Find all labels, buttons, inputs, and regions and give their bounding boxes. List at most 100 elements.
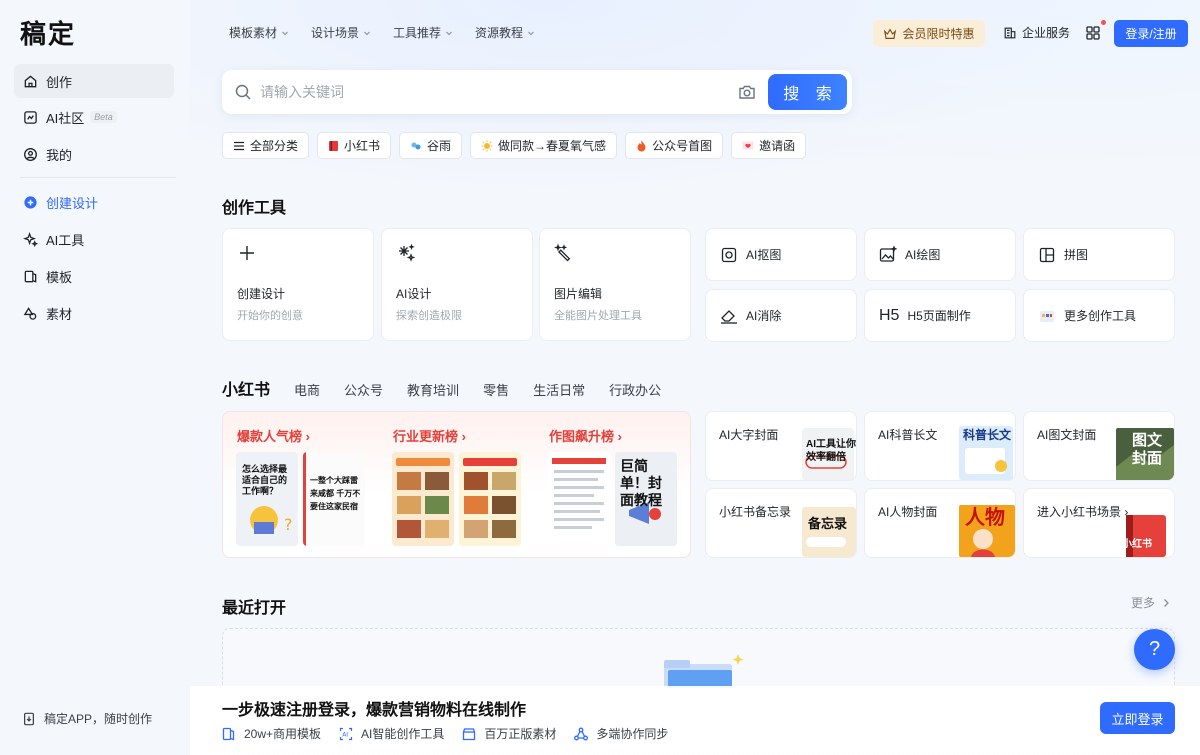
login-register-button[interactable]: 登录/注册 — [1114, 20, 1188, 47]
vip-label: 会员限时特惠 — [902, 27, 975, 41]
card-art-text: 人物 — [965, 507, 1005, 529]
tool-create-design[interactable]: 创建设计 开始你的创意 — [222, 228, 374, 341]
template-thumbnail[interactable] — [392, 452, 454, 546]
rain-icon — [410, 140, 422, 152]
download-app-link[interactable]: 稿定APP，随时创作 — [22, 710, 152, 727]
sparkle-icon — [22, 231, 38, 247]
xhs-card-enter-scene[interactable]: 进入小红书场景 › 小红书 — [1023, 488, 1175, 558]
empty-folder-illustration — [664, 654, 744, 688]
template-icon — [22, 268, 38, 284]
enterprise-service-link[interactable]: 企业服务 — [1003, 24, 1070, 41]
notification-dot — [1101, 20, 1106, 25]
card-art-text: 小红书 — [1122, 539, 1152, 550]
sidebar-item-create[interactable]: 创作 — [14, 64, 174, 98]
tool-subtitle: 探索创造极限 — [396, 310, 462, 322]
ai-community-icon — [22, 109, 38, 125]
card-label: AI大字封面 — [719, 428, 779, 442]
sidebar-item-materials[interactable]: 素材 — [14, 296, 174, 330]
xhs-card-ai-big-text[interactable]: AI大字封面 AI工具让你效率翻倍 — [705, 411, 857, 481]
nav-label: 模板素材 — [229, 26, 278, 40]
login-now-button[interactable]: 立即登录 — [1100, 702, 1175, 734]
template-thumbnail[interactable]: ? 怎么选择最适合自己的工作啊？ — [236, 452, 298, 546]
template-thumbnail[interactable]: 一整个大踩雷来咸都 千万不要住这家民宿 — [303, 452, 365, 546]
camera-icon[interactable] — [738, 83, 756, 101]
store-icon — [463, 727, 476, 740]
nav-resource-tutorials[interactable]: 资源教程 — [475, 24, 535, 41]
tab-office[interactable]: 行政办公 — [609, 380, 661, 399]
chip-label: 邀请函 — [759, 139, 796, 153]
tab-official-account[interactable]: 公众号 — [344, 380, 383, 399]
magic-wand-icon — [554, 243, 571, 262]
apps-grid-icon[interactable] — [1086, 26, 1100, 40]
chip-spring-summer[interactable]: 做同款→春夏氧气感 — [470, 132, 618, 159]
xhs-card-ai-portrait[interactable]: AI人物封面 人物 — [864, 488, 1016, 558]
tool-ai-drawing[interactable]: AI绘图 — [864, 228, 1016, 281]
tool-collage[interactable]: 拼图 — [1023, 228, 1175, 281]
chevron-down-icon — [282, 31, 288, 35]
tool-more-tools[interactable]: 更多创作工具 — [1023, 289, 1175, 342]
xhs-card-ai-science[interactable]: AI科普长文 科普长文 — [864, 411, 1016, 481]
download-icon — [24, 712, 34, 725]
template-thumbnail[interactable] — [548, 452, 610, 546]
tab-daily-life[interactable]: 生活日常 — [533, 380, 585, 399]
sidebar-item-mine[interactable]: 我的 — [14, 137, 174, 171]
recent-more-link[interactable]: 更多 — [1131, 594, 1171, 611]
brand-logo[interactable]: 稿定 — [20, 14, 76, 51]
svg-text:AI: AI — [342, 731, 348, 738]
vip-promo-button[interactable]: 会员限时特惠 — [873, 20, 985, 47]
tab-xiaohongshu[interactable]: 小红书 — [222, 376, 270, 400]
chip-guyu[interactable]: 谷雨 — [399, 132, 463, 159]
toolbox-icon — [1038, 307, 1056, 325]
xhs-card-memo[interactable]: 小红书备忘录 备忘录 — [705, 488, 857, 558]
search-bar: 搜 索 — [222, 70, 852, 114]
xhs-card-ai-graphic-cover[interactable]: AI图文封面 图文封面 — [1023, 411, 1175, 481]
tool-title: 图片编辑 — [554, 287, 603, 301]
sidebar-item-create-design[interactable]: 创建设计 — [14, 185, 174, 219]
more-label: 更多 — [1131, 596, 1156, 610]
search-button[interactable]: 搜 索 — [768, 74, 847, 110]
chip-all-categories[interactable]: 全部分类 — [222, 132, 310, 159]
feature-label: 20w+商用模板 — [244, 727, 322, 741]
register-title: 一步极速注册登录，爆款营销物料在线制作 — [222, 702, 527, 719]
sidebar-divider — [20, 177, 176, 178]
tab-ecommerce[interactable]: 电商 — [294, 380, 320, 399]
tool-image-edit[interactable]: 图片编辑 全能图片处理工具 — [539, 228, 691, 341]
chip-invitation[interactable]: 邀请函 — [731, 132, 807, 159]
tool-ai-design[interactable]: AI设计 探索创造极限 — [381, 228, 533, 341]
tab-education[interactable]: 教育培训 — [407, 380, 459, 399]
nav-design-scenes[interactable]: 设计场景 — [311, 24, 371, 41]
tool-h5-page[interactable]: H5 H5页面制作 — [864, 289, 1016, 342]
help-button[interactable]: ? — [1134, 629, 1175, 670]
create-tools-title: 创作工具 — [222, 200, 287, 217]
sidebar-item-ai-community[interactable]: AI社区 Beta — [14, 100, 174, 134]
tab-retail[interactable]: 零售 — [483, 380, 509, 399]
tool-ai-cutout[interactable]: AI抠图 — [705, 228, 857, 281]
chip-label: 谷雨 — [427, 139, 452, 153]
feature-label: 百万正版素材 — [484, 727, 557, 741]
category-chips: 全部分类 小红书 谷雨 做同款→春夏氧气感 公众号首图 邀请函 — [222, 132, 807, 159]
rank-industry[interactable]: 行业更新榜 › — [379, 412, 535, 559]
nav-label: 设计场景 — [311, 26, 360, 40]
sidebar-item-templates[interactable]: 模板 — [14, 259, 174, 293]
chip-xiaohongshu[interactable]: 小红书 — [317, 132, 392, 159]
card-art-text: 图文封面 — [1132, 432, 1163, 467]
tool-ai-eraser[interactable]: AI消除 — [705, 289, 857, 342]
sidebar-item-ai-tools[interactable]: AI工具 — [14, 222, 174, 256]
cutout-icon — [720, 246, 738, 264]
nav-templates-materials[interactable]: 模板素材 — [229, 24, 289, 41]
template-thumbnail[interactable]: 巨简单！封面教程 — [615, 452, 677, 546]
search-input[interactable] — [260, 80, 740, 104]
chip-label: 做同款→春夏氧气感 — [498, 139, 607, 153]
template-thumbnail[interactable] — [459, 452, 521, 546]
nav-tool-recommendations[interactable]: 工具推荐 — [393, 24, 453, 41]
tool-label: 更多创作工具 — [1064, 309, 1137, 323]
tool-label: H5页面制作 — [907, 309, 971, 323]
rank-popular[interactable]: 爆款人气榜 › ? 怎么选择最适合自己的工作啊？ 一整个大踩雷来咸都 千万不要住… — [223, 412, 379, 559]
rank-rising[interactable]: 作图飙升榜 › 巨简单！封面教程 — [535, 412, 691, 559]
home-icon — [22, 73, 38, 89]
tool-subtitle: 全能图片处理工具 — [554, 310, 642, 322]
image-sparkle-icon — [879, 245, 897, 264]
chip-label: 公众号首图 — [652, 139, 713, 153]
card-label: AI图文封面 — [1037, 428, 1097, 442]
chip-wechat-cover[interactable]: 公众号首图 — [625, 132, 724, 159]
